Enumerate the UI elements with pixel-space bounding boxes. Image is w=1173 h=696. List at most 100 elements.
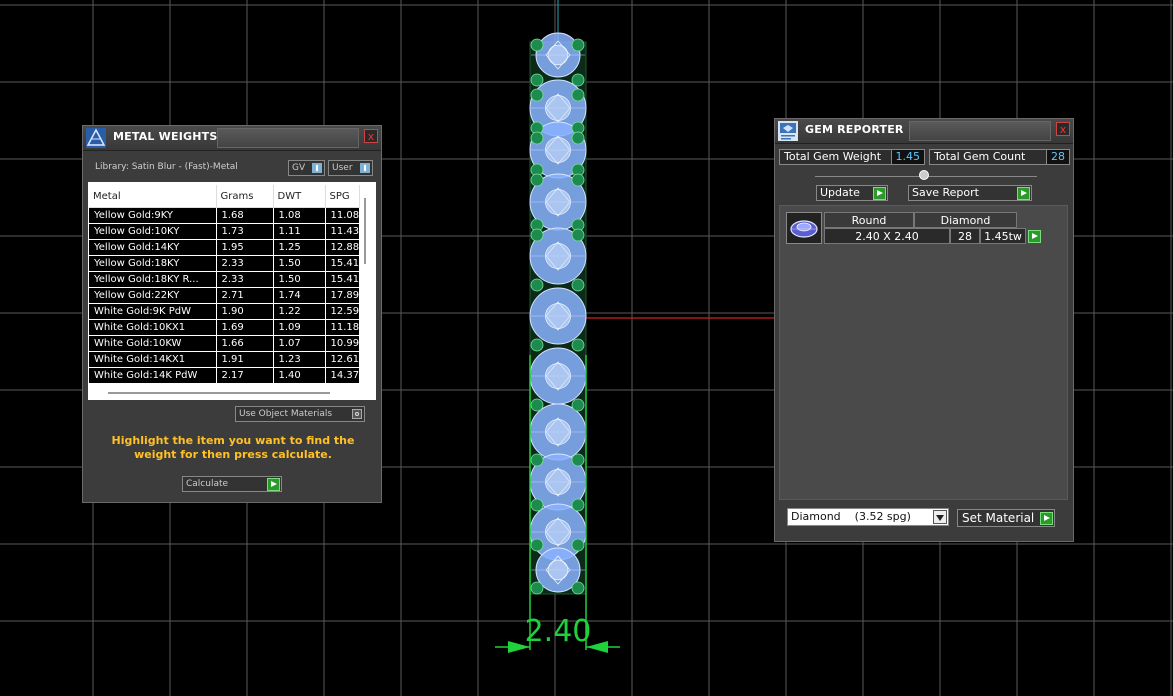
grams-cell: 2.33 xyxy=(216,271,274,288)
library-label: Library: Satin Blur - (Fast)-Metal xyxy=(95,162,238,172)
play-arrow-icon xyxy=(873,187,886,200)
column-header-spg[interactable]: SPG xyxy=(325,185,360,208)
total-gem-weight-field: Total Gem Weight 1.45 xyxy=(779,149,925,165)
gem-row-thumbnail[interactable] xyxy=(786,212,822,244)
gv-toggle[interactable]: GV xyxy=(288,160,325,176)
grams-cell: 2.33 xyxy=(216,255,274,272)
table-row[interactable]: Yellow Gold:18KY 2.33 1.50 15.41 xyxy=(89,255,360,272)
user-toggle[interactable]: User xyxy=(328,160,373,176)
table-row[interactable]: Yellow Gold:10KY 1.73 1.11 11.43 xyxy=(89,223,360,240)
metal-table: Metal Grams DWT SPG Yellow Gold:9KY 1.68 1… xyxy=(89,185,360,384)
spg-cell: 11.43 xyxy=(325,223,360,240)
grams-cell: 1.91 xyxy=(216,351,274,368)
gem-size-cell: 2.40 X 2.40 xyxy=(824,228,950,244)
prong xyxy=(571,338,585,352)
gem-reporter-titlebar[interactable]: GEM REPORTER x xyxy=(775,119,1073,144)
metal-cell: Yellow Gold:9KY xyxy=(89,207,217,224)
chevron-down-icon[interactable] xyxy=(933,510,947,524)
dwt-cell: 1.11 xyxy=(273,223,326,240)
use-object-materials-toggle[interactable]: Use Object Materials xyxy=(235,406,365,422)
metal-cell: White Gold:14KX1 xyxy=(89,351,217,368)
dwt-cell: 1.40 xyxy=(273,367,326,384)
close-icon[interactable]: x xyxy=(1056,122,1070,136)
column-header-grams[interactable]: Grams xyxy=(216,185,274,208)
dwt-cell: 1.09 xyxy=(273,319,326,336)
dwt-cell: 1.74 xyxy=(273,287,326,304)
column-header-dwt[interactable]: DWT xyxy=(273,185,326,208)
grams-cell: 1.90 xyxy=(216,303,274,320)
metal-cell: White Gold:10KX1 xyxy=(89,319,217,336)
gem-reporter-app-icon xyxy=(778,121,798,141)
total-gem-count-field: Total Gem Count 28 xyxy=(929,149,1070,165)
toggle-icon xyxy=(312,163,322,173)
metal-cell: Yellow Gold:10KY xyxy=(89,223,217,240)
table-row[interactable]: White Gold:9K PdW 1.90 1.22 12.59 xyxy=(89,303,360,320)
splitter-handle[interactable] xyxy=(919,170,929,180)
metal-cell: Yellow Gold:18KY xyxy=(89,255,217,272)
prong xyxy=(571,88,585,102)
save-report-label: Save Report xyxy=(912,186,979,199)
metal-weights-app-icon xyxy=(86,128,106,148)
gem-reporter-title: GEM REPORTER xyxy=(805,123,904,136)
prong xyxy=(530,581,544,595)
prong xyxy=(530,173,544,187)
total-gem-weight-label: Total Gem Weight xyxy=(784,150,882,163)
gem-row-select-arrow-icon[interactable] xyxy=(1028,230,1041,243)
dwt-cell: 1.08 xyxy=(273,207,326,224)
column-header-metal[interactable]: Metal xyxy=(89,185,217,208)
grams-cell: 1.95 xyxy=(216,239,274,256)
save-report-button[interactable]: Save Report xyxy=(908,185,1032,201)
grams-cell: 2.71 xyxy=(216,287,274,304)
table-row[interactable]: White Gold:14KX1 1.91 1.23 12.61 xyxy=(89,351,360,368)
gem-list: Round Diamond 2.40 X 2.40 28 1.45tw xyxy=(779,205,1068,500)
dwt-cell: 1.25 xyxy=(273,239,326,256)
dimension-label: 2.40 xyxy=(525,614,592,649)
gv-toggle-label: GV xyxy=(292,163,306,173)
spg-cell: 14.37 xyxy=(325,367,360,384)
table-row[interactable]: Yellow Gold:9KY 1.68 1.08 11.08 xyxy=(89,207,360,224)
dwt-cell: 1.07 xyxy=(273,335,326,352)
titlebar-spacer xyxy=(217,128,359,148)
total-gem-count-value: 28 xyxy=(1046,150,1069,164)
play-arrow-icon xyxy=(1017,187,1030,200)
metal-weights-title: METAL WEIGHTS xyxy=(113,130,218,143)
metal-cell: White Gold:9K PdW xyxy=(89,303,217,320)
dwt-cell: 1.50 xyxy=(273,255,326,272)
calculate-label: Calculate xyxy=(186,479,229,489)
metal-weights-titlebar[interactable]: METAL WEIGHTS x xyxy=(83,126,381,151)
play-arrow-icon xyxy=(1040,512,1053,525)
calculate-button[interactable]: Calculate xyxy=(182,476,282,492)
prong xyxy=(571,453,585,467)
table-row[interactable]: Yellow Gold:22KY 2.71 1.74 17.89 xyxy=(89,287,360,304)
vertical-scrollbar[interactable] xyxy=(364,198,366,264)
update-button[interactable]: Update xyxy=(816,185,888,201)
metal-cell: Yellow Gold:18KY R... xyxy=(89,271,217,288)
prong xyxy=(571,581,585,595)
gem-shape-cell: Round xyxy=(824,212,914,228)
table-row[interactable]: Yellow Gold:14KY 1.95 1.25 12.88 xyxy=(89,239,360,256)
gem-count-cell: 28 xyxy=(950,228,980,244)
gem-weight-cell: 1.45tw xyxy=(980,228,1026,244)
table-row[interactable]: White Gold:14K PdW 2.17 1.40 14.37 xyxy=(89,367,360,384)
dwt-cell: 1.50 xyxy=(273,271,326,288)
metal-table-container[interactable]: Metal Grams DWT SPG Yellow Gold:9KY 1.68 1… xyxy=(88,182,376,400)
material-select[interactable]: Diamond (3.52 spg) xyxy=(787,508,949,526)
grams-cell: 1.68 xyxy=(216,207,274,224)
set-material-button[interactable]: Set Material xyxy=(957,509,1055,527)
prong xyxy=(571,73,585,87)
prong xyxy=(571,131,585,145)
table-row[interactable]: White Gold:10KX1 1.69 1.09 11.18 xyxy=(89,319,360,336)
table-row[interactable]: White Gold:10KW 1.66 1.07 10.99 xyxy=(89,335,360,352)
close-icon[interactable]: x xyxy=(364,129,378,143)
grams-cell: 1.73 xyxy=(216,223,274,240)
spg-cell: 15.41 xyxy=(325,271,360,288)
metal-weights-panel: METAL WEIGHTS x Library: Satin Blur - (F… xyxy=(82,125,382,503)
dwt-cell: 1.23 xyxy=(273,351,326,368)
total-gem-weight-value: 1.45 xyxy=(890,150,924,164)
metal-cell: Yellow Gold:14KY xyxy=(89,239,217,256)
horizontal-scrollbar[interactable] xyxy=(108,392,330,394)
material-select-value: Diamond (3.52 spg) xyxy=(791,510,911,523)
prong xyxy=(530,538,544,552)
table-row[interactable]: Yellow Gold:18KY R... 2.33 1.50 15.41 xyxy=(89,271,360,288)
prong xyxy=(530,338,544,352)
